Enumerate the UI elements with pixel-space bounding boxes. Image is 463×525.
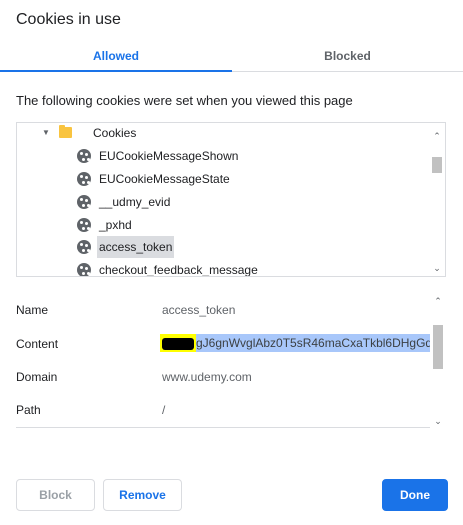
domain-label: Domain (16, 370, 58, 384)
name-value: access_token (162, 303, 236, 317)
dialog-title: Cookies in use (16, 11, 121, 28)
cookie-icon (77, 195, 91, 209)
path-value: / (162, 403, 166, 417)
tree-item-label: EUCookieMessageState (99, 172, 230, 186)
tree-item[interactable]: _pxhd (17, 214, 429, 236)
name-label: Name (16, 303, 49, 317)
folder-label: Cookies (93, 126, 137, 140)
tab-bar: Allowed Blocked (0, 44, 463, 72)
cookie-icon (77, 149, 91, 163)
scroll-down-icon[interactable]: ⌄ (433, 416, 443, 426)
tree-item-label: access_token (97, 236, 175, 258)
tab-blocked[interactable]: Blocked (232, 44, 463, 72)
description-text: The following cookies were set when you … (16, 93, 353, 108)
details-scrollbar[interactable]: ⌃ ⌄ (430, 292, 446, 428)
tree-item-selected[interactable]: access_token (17, 236, 429, 258)
tree-scrollbar[interactable]: ⌃ ⌄ (429, 123, 445, 276)
content-value-field[interactable]: gJ6gnWvglAbz0T5sR46maCxaTkbl6DHgGq (160, 334, 430, 352)
scroll-down-icon[interactable]: ⌄ (432, 263, 442, 273)
cookie-icon (77, 172, 91, 186)
remove-button[interactable]: Remove (103, 479, 182, 511)
content-label: Content (16, 337, 59, 351)
folder-icon (59, 125, 72, 138)
tree-item[interactable]: checkout_feedback_message (17, 259, 429, 277)
tree-item[interactable]: EUCookieMessageState (17, 168, 429, 190)
tree-item-label: _pxhd (99, 218, 132, 232)
tree-folder-row[interactable]: ▼ Cookies (17, 123, 429, 144)
scroll-up-icon[interactable]: ⌃ (433, 296, 443, 306)
done-button[interactable]: Done (382, 479, 448, 511)
path-label: Path (16, 403, 41, 417)
tree-item[interactable]: EUCookieMessageShown (17, 145, 429, 167)
content-value: gJ6gnWvglAbz0T5sR46maCxaTkbl6DHgGq (196, 334, 430, 352)
cookie-tree[interactable]: ▼ Cookies EUCookieMessageShown EUCookieM… (16, 122, 446, 277)
expand-arrow-icon[interactable]: ▼ (42, 123, 50, 144)
tree-item-label: __udmy_evid (99, 195, 171, 209)
cookie-icon (77, 240, 91, 254)
scroll-thumb[interactable] (433, 325, 443, 369)
domain-value: www.udemy.com (162, 370, 252, 384)
redaction-mark (162, 337, 194, 350)
tree-item[interactable]: __udmy_evid (17, 191, 429, 213)
tree-item-label: checkout_feedback_message (99, 263, 258, 277)
tree-item-label: EUCookieMessageShown (99, 149, 239, 163)
cookie-details: Name access_token Content gJ6gnWvglAbz0T… (16, 292, 446, 428)
cookie-icon (77, 263, 91, 276)
cookie-icon (77, 218, 91, 232)
tab-allowed[interactable]: Allowed (0, 44, 232, 72)
scroll-thumb[interactable] (432, 157, 442, 173)
block-button[interactable]: Block (16, 479, 95, 511)
scroll-up-icon[interactable]: ⌃ (432, 131, 442, 141)
